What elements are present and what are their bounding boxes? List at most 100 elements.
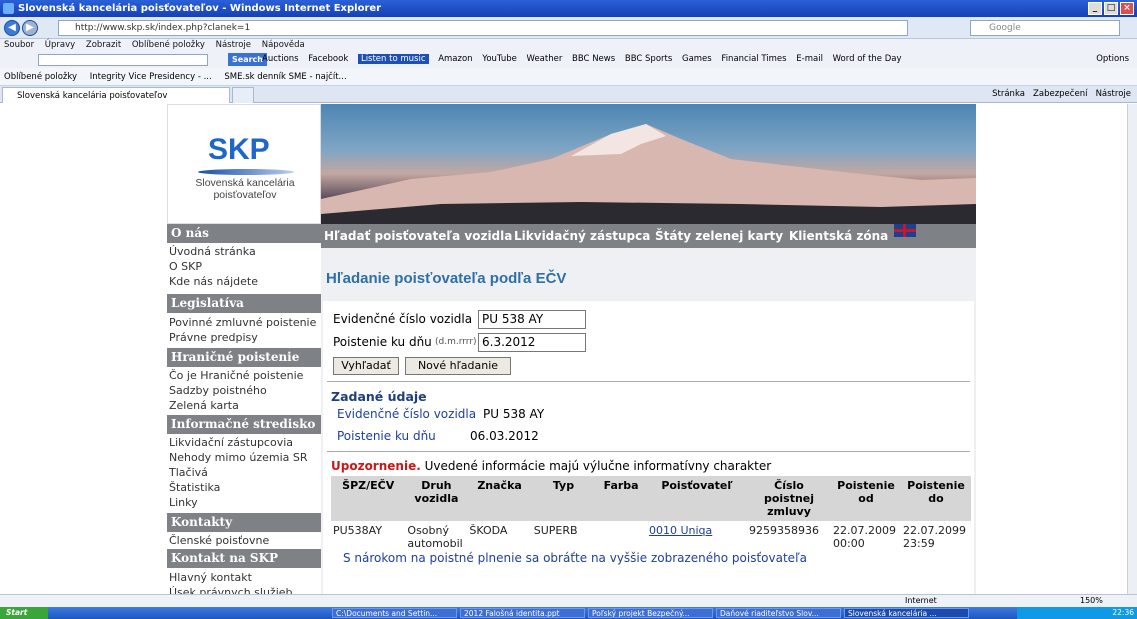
menu-help[interactable]: Nápověda xyxy=(262,40,305,50)
disclaimer-strong: Upozornenie. xyxy=(331,459,421,473)
sidebar-item[interactable]: Členské poisťovne xyxy=(167,533,269,548)
toolbar-link[interactable]: YouTube xyxy=(482,54,517,64)
nav-find-insurer[interactable]: Hľadať poisťovateľa vozidla xyxy=(324,224,512,248)
mountain-banner-image xyxy=(321,104,976,224)
tab-bar: Slovenská kancelária poisťovateľov Strán… xyxy=(0,86,1137,103)
menu-view[interactable]: Zobrazit xyxy=(86,40,121,50)
insurer-link[interactable]: 0010 Uniqa xyxy=(649,524,712,537)
date-format-hint: (d.m.rrrr) xyxy=(435,337,477,347)
back-icon[interactable]: ◀ xyxy=(4,20,20,36)
toolbar-link[interactable]: E-mail xyxy=(796,54,823,64)
favorites-button[interactable]: Oblíbené položky xyxy=(4,72,77,82)
favorite-link[interactable]: Integrity Vice Presidency - ... xyxy=(90,72,212,82)
sidebar-item[interactable]: Povinné zmluvné poistenie xyxy=(167,315,316,330)
sidebar-item[interactable]: Právne predpisy xyxy=(167,330,258,345)
entered-date-label: Poistenie ku dňu xyxy=(337,429,436,443)
sidebar-item[interactable]: Tlačivá xyxy=(167,465,208,480)
menu-edit[interactable]: Úpravy xyxy=(45,40,75,50)
address-row: ◀ ▶ http://www.skp.sk/index.php?clanek=1… xyxy=(0,17,1137,39)
toolbar-link[interactable]: BBC News xyxy=(572,54,615,64)
tab-active[interactable]: Slovenská kancelária poisťovateľov xyxy=(2,87,230,103)
maximize-button[interactable]: □ xyxy=(1104,2,1118,15)
sidebar-item[interactable]: Štatistika xyxy=(167,480,220,495)
forward-icon[interactable]: ▶ xyxy=(22,20,38,36)
toolbar-link[interactable]: Word of the Day xyxy=(833,54,902,64)
ecv-input[interactable]: PU 538 AY xyxy=(478,310,586,329)
taskbar-task[interactable]: 2012 Falošná identita.ppt xyxy=(460,608,585,618)
sidebar-item[interactable]: Čo je Hraničné poistenie xyxy=(167,368,303,383)
cell-ecv: PU538AY xyxy=(333,524,383,537)
options-button[interactable]: Options xyxy=(1096,51,1129,68)
toolbar-link[interactable]: Games xyxy=(682,54,712,64)
toolbar-link[interactable]: Financial Times xyxy=(721,54,786,64)
vertical-scrollbar[interactable] xyxy=(1127,104,1137,594)
tools-menu[interactable]: Nástroje xyxy=(1096,89,1131,99)
cell-color xyxy=(595,521,647,553)
toolbar-link[interactable]: Facebook xyxy=(308,54,348,64)
menu-file[interactable]: Soubor xyxy=(4,40,34,50)
sidebar-item[interactable]: Linky xyxy=(167,495,198,510)
top-navigation: Hľadať poisťovateľa vozidla Likvidačný z… xyxy=(321,224,976,248)
internet-zone: Internet xyxy=(905,596,937,605)
address-bar[interactable]: http://www.skp.sk/index.php?clanek=1 xyxy=(58,20,908,36)
toolbar-link[interactable]: Amazon xyxy=(438,54,472,64)
sidebar-header: O nás xyxy=(167,224,321,243)
sidebar-item[interactable]: Sadzby poistného xyxy=(167,383,267,398)
cell-valid-to: 22.07.2099 23:59 xyxy=(903,524,966,550)
sidebar-item[interactable]: Úvodná stránka xyxy=(167,244,256,259)
sidebar-item[interactable]: Zelená karta xyxy=(167,398,239,413)
date-input[interactable]: 6.3.2012 xyxy=(478,333,586,352)
browser-search-input[interactable]: Google xyxy=(970,20,1120,36)
toolbar-link[interactable]: BBC Sports xyxy=(625,54,672,64)
disclaimer: Upozornenie. Uvedené informácie majú výl… xyxy=(331,459,771,473)
nav-claims-agent[interactable]: Likvidačný zástupca xyxy=(514,224,650,248)
ie-icon xyxy=(3,3,14,14)
window-titlebar: Slovenská kancelária poisťovateľov - Win… xyxy=(0,0,1137,17)
new-search-button[interactable]: Nové hľadanie xyxy=(405,357,511,375)
logo-swoosh-icon xyxy=(198,169,294,175)
menu-favorites[interactable]: Oblíbené položky xyxy=(132,40,205,50)
entered-date-value: 06.03.2012 xyxy=(470,429,539,443)
page-menu[interactable]: Stránka xyxy=(992,89,1025,99)
column-header: Poisťovateľ xyxy=(646,476,747,521)
search-button[interactable]: Vyhľadať xyxy=(333,357,399,375)
sidebar: O nás Úvodná stránka O SKP Kde nás nájde… xyxy=(167,224,321,599)
favorite-link[interactable]: SME.sk denník SME - najčít... xyxy=(224,72,346,82)
toolbar-link[interactable]: Weather xyxy=(527,54,563,64)
menu-tools[interactable]: Nástroje xyxy=(216,40,251,50)
sidebar-item[interactable]: Hlavný kontakt xyxy=(167,570,252,585)
sidebar-header: Hraničné poistenie xyxy=(167,348,321,367)
toolbar-link[interactable]: Listen to music xyxy=(357,54,429,64)
main-content: Hľadanie poisťovateľa podľa EČV Evidenčn… xyxy=(321,248,976,594)
results-table: ŠPZ/EČV Druh vozidla Značka Typ Farba Po… xyxy=(331,476,971,553)
new-tab-button[interactable] xyxy=(232,87,254,103)
sidebar-item[interactable]: O SKP xyxy=(167,259,202,274)
taskbar-task[interactable]: Daňové riaditeľstvo Slov... xyxy=(716,608,841,618)
taskbar: Start C:\Documents and Settin... 2012 Fa… xyxy=(0,607,1137,619)
toolbar-search-input[interactable] xyxy=(38,54,208,66)
favorites-bar: Oblíbené položky Integrity Vice Presiden… xyxy=(0,68,1137,86)
nav-green-card-states[interactable]: Štáty zelenej karty xyxy=(655,224,783,248)
sidebar-item[interactable]: Kde nás nájdete xyxy=(167,274,258,289)
taskbar-task[interactable]: C:\Documents and Settin... xyxy=(332,608,457,618)
sidebar-item[interactable]: Likvidační zástupcovia xyxy=(167,435,293,450)
entered-data-header: Zadané údaje xyxy=(331,389,427,404)
english-flag-icon[interactable] xyxy=(894,224,916,237)
skp-logo[interactable]: SKP Slovenská kancelária poisťovateľov xyxy=(167,104,321,224)
minimize-button[interactable]: _ xyxy=(1088,2,1102,15)
security-menu[interactable]: Zabezpečení xyxy=(1033,89,1087,99)
logo-title: SKP xyxy=(208,133,270,166)
close-button[interactable]: × xyxy=(1120,2,1134,15)
logo-subtitle-line1: Slovenská kancelária xyxy=(195,177,295,189)
nav-client-zone[interactable]: Klientská zóna xyxy=(789,224,888,248)
divider xyxy=(327,381,970,382)
start-button[interactable]: Start xyxy=(0,607,48,619)
taskbar-task-active[interactable]: Slovenská kancelária ... xyxy=(844,608,969,618)
taskbar-task[interactable]: Poľský projekt Bezpečný... xyxy=(588,608,713,618)
toolbar-link[interactable]: Auctions xyxy=(262,54,299,64)
divider xyxy=(327,451,970,452)
sidebar-item[interactable]: Nehody mimo územia SR xyxy=(167,450,308,465)
zoom-level[interactable]: 150% xyxy=(1080,595,1103,607)
sidebar-header: Kontakt na SKP xyxy=(167,549,321,568)
claim-note: S nárokom na poistné plnenie sa obráťte … xyxy=(343,551,807,565)
